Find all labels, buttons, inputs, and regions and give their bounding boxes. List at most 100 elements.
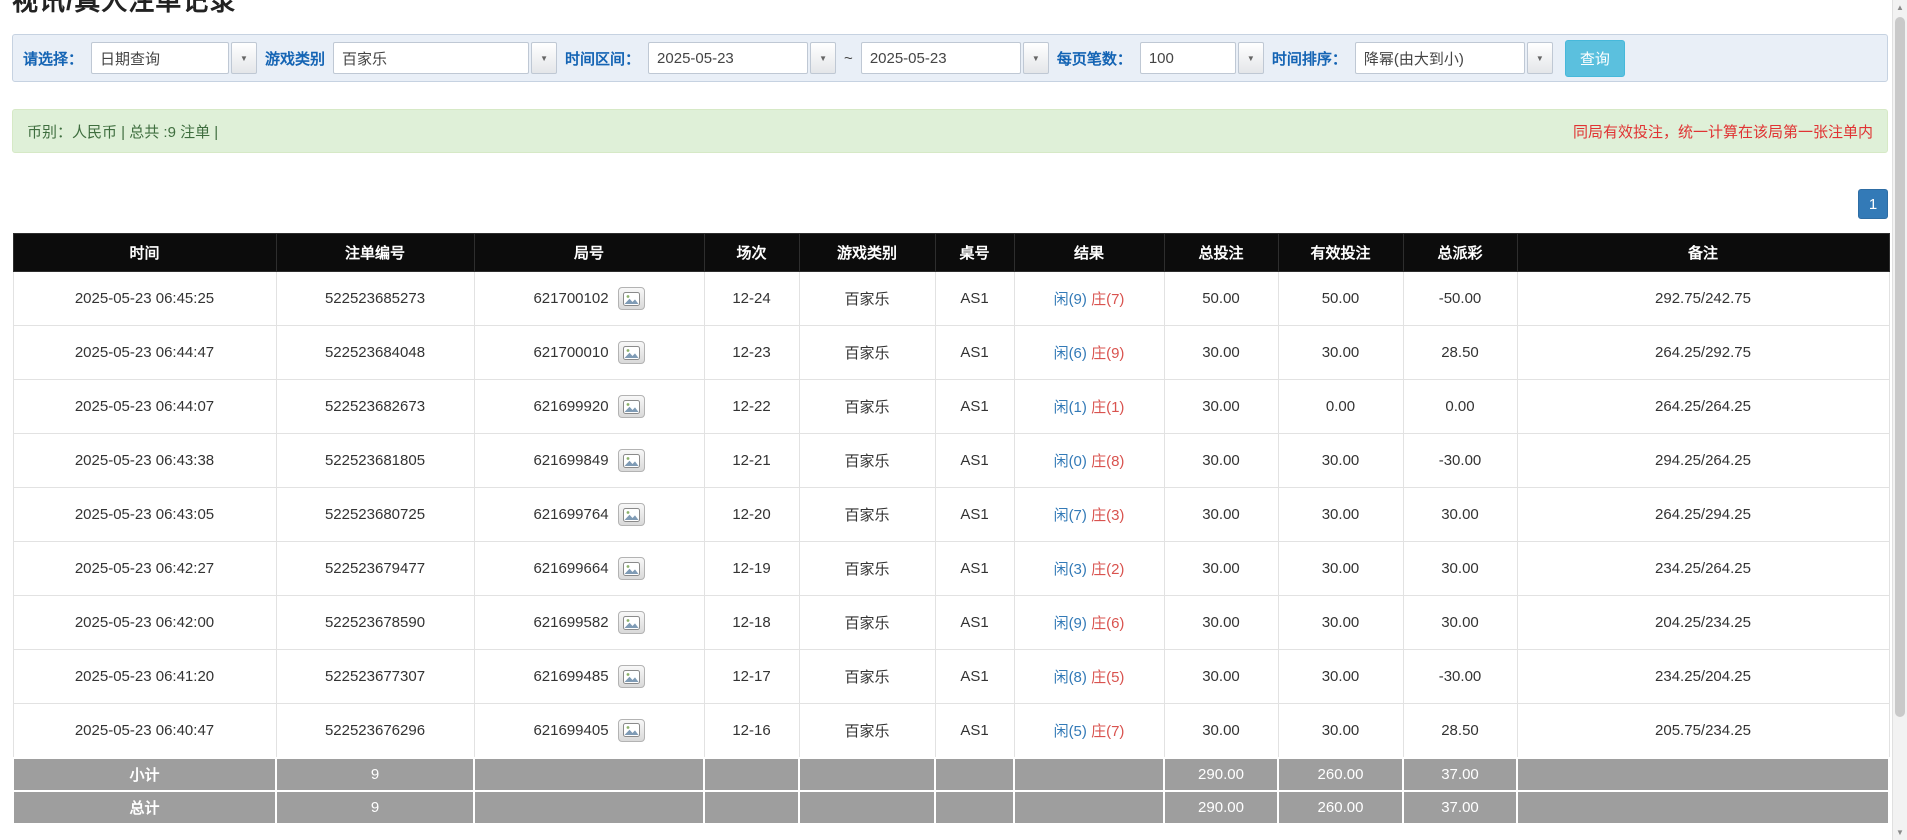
cell-bet-id: 522523685273 [276,272,474,326]
scrollbar-thumb[interactable] [1895,17,1905,717]
view-result-icon[interactable] [618,719,645,742]
cell-table-no: AS1 [935,542,1014,596]
date-range-label: 时间区间： [565,48,640,69]
scrollbar-up-icon[interactable]: ▲ [1893,0,1907,15]
cell-bet-id: 522523680725 [276,488,474,542]
view-result-icon[interactable] [618,665,645,688]
column-header: 总投注 [1164,234,1278,272]
column-header: 注单编号 [276,234,474,272]
cell-game-type: 百家乐 [799,434,935,488]
cell-payout: 30.00 [1403,488,1517,542]
time-sort-dropdown-button[interactable]: ▼ [1527,42,1553,74]
page-size-input[interactable] [1140,42,1236,74]
view-result-icon[interactable] [618,395,645,418]
result-banker: 庄(3) [1091,507,1124,524]
cell-total-bet[interactable]: 30.00 [1164,380,1278,434]
column-header: 总派彩 [1403,234,1517,272]
view-result-icon[interactable] [618,287,645,310]
cell-session: 12-20 [704,488,799,542]
cell-time: 2025-05-23 06:43:38 [13,434,276,488]
game-type-dropdown-button[interactable]: ▼ [531,42,557,74]
page-size-combobox: ▼ [1140,42,1264,74]
column-header: 备注 [1517,234,1889,272]
cell-payout: 28.50 [1403,326,1517,380]
cell-valid-bet: 30.00 [1278,596,1403,650]
query-type-dropdown-button[interactable]: ▼ [231,42,257,74]
footer-valid-bet: 260.00 [1278,791,1403,824]
footer-empty-cell [474,791,704,824]
table-row: 2025-05-23 06:44:07522523682673621699920… [13,380,1889,434]
view-result-icon[interactable] [618,449,645,472]
search-button[interactable]: 查询 [1565,40,1625,77]
game-type-input[interactable] [333,42,529,74]
footer-empty-cell [1517,791,1889,824]
round-number: 621699485 [533,668,608,685]
cell-result: 闲(5) 庄(7) [1014,704,1164,758]
cell-table-no: AS1 [935,596,1014,650]
cell-session: 12-24 [704,272,799,326]
pagination: 1 [12,189,1888,219]
cell-total-bet[interactable]: 30.00 [1164,596,1278,650]
cell-round: 621700102 [474,272,704,326]
chevron-down-icon: ▼ [1536,54,1544,63]
result-player: 闲(1) [1054,399,1087,416]
round-number: 621699664 [533,560,608,577]
cell-time: 2025-05-23 06:44:07 [13,380,276,434]
date-to-dropdown-button[interactable]: ▼ [1023,42,1049,74]
date-from-input[interactable] [648,42,808,74]
cell-table-no: AS1 [935,380,1014,434]
date-from-combobox: ▼ [648,42,836,74]
date-from-dropdown-button[interactable]: ▼ [810,42,836,74]
time-sort-input[interactable] [1355,42,1525,74]
cell-total-bet[interactable]: 30.00 [1164,326,1278,380]
page-size-dropdown-button[interactable]: ▼ [1238,42,1264,74]
query-type-combobox: ▼ [91,42,257,74]
scrollbar-down-icon[interactable]: ▼ [1893,825,1907,840]
summary-bar: 币别：人民币 | 总共 :9 注单 | 同局有效投注，统一计算在该局第一张注单内 [12,109,1888,153]
footer-total-bet: 290.00 [1164,758,1278,791]
query-type-input[interactable] [91,42,229,74]
cell-total-bet[interactable]: 30.00 [1164,488,1278,542]
scrollbar[interactable]: ▲ ▼ [1892,0,1907,840]
cell-table-no: AS1 [935,434,1014,488]
result-player: 闲(0) [1054,453,1087,470]
game-type-label: 游戏类别 [265,48,325,69]
cell-total-bet[interactable]: 30.00 [1164,434,1278,488]
cell-total-bet[interactable]: 30.00 [1164,704,1278,758]
result-banker: 庄(7) [1091,723,1124,740]
view-result-icon[interactable] [618,341,645,364]
cell-payout: 0.00 [1403,380,1517,434]
cell-total-bet[interactable]: 50.00 [1164,272,1278,326]
page-button[interactable]: 1 [1858,189,1888,219]
time-sort-label: 时间排序： [1272,48,1347,69]
cell-note: 294.25/264.25 [1517,434,1889,488]
footer-payout: 37.00 [1403,758,1517,791]
date-to-combobox: ▼ [861,42,1049,74]
cell-total-bet[interactable]: 30.00 [1164,650,1278,704]
cell-table-no: AS1 [935,272,1014,326]
cell-valid-bet: 30.00 [1278,488,1403,542]
cell-note: 264.25/264.25 [1517,380,1889,434]
date-to-input[interactable] [861,42,1021,74]
cell-note: 234.25/204.25 [1517,650,1889,704]
cell-result: 闲(0) 庄(8) [1014,434,1164,488]
page-title: 视讯/真人注单记录 [12,0,1895,13]
cell-valid-bet: 30.00 [1278,704,1403,758]
cell-total-bet[interactable]: 30.00 [1164,542,1278,596]
chevron-down-icon: ▼ [240,54,248,63]
table-row: 2025-05-23 06:40:47522523676296621699405… [13,704,1889,758]
footer-empty-cell [935,758,1014,791]
cell-game-type: 百家乐 [799,272,935,326]
result-player: 闲(9) [1054,291,1087,308]
column-header: 时间 [13,234,276,272]
view-result-icon[interactable] [618,557,645,580]
cell-round: 621699664 [474,542,704,596]
round-number: 621699764 [533,506,608,523]
view-result-icon[interactable] [618,611,645,634]
cell-valid-bet: 30.00 [1278,326,1403,380]
footer-valid-bet: 260.00 [1278,758,1403,791]
summary-row: 小计9290.00260.0037.00 [13,758,1889,791]
footer-empty-cell [799,791,935,824]
cell-result: 闲(3) 庄(2) [1014,542,1164,596]
view-result-icon[interactable] [618,503,645,526]
